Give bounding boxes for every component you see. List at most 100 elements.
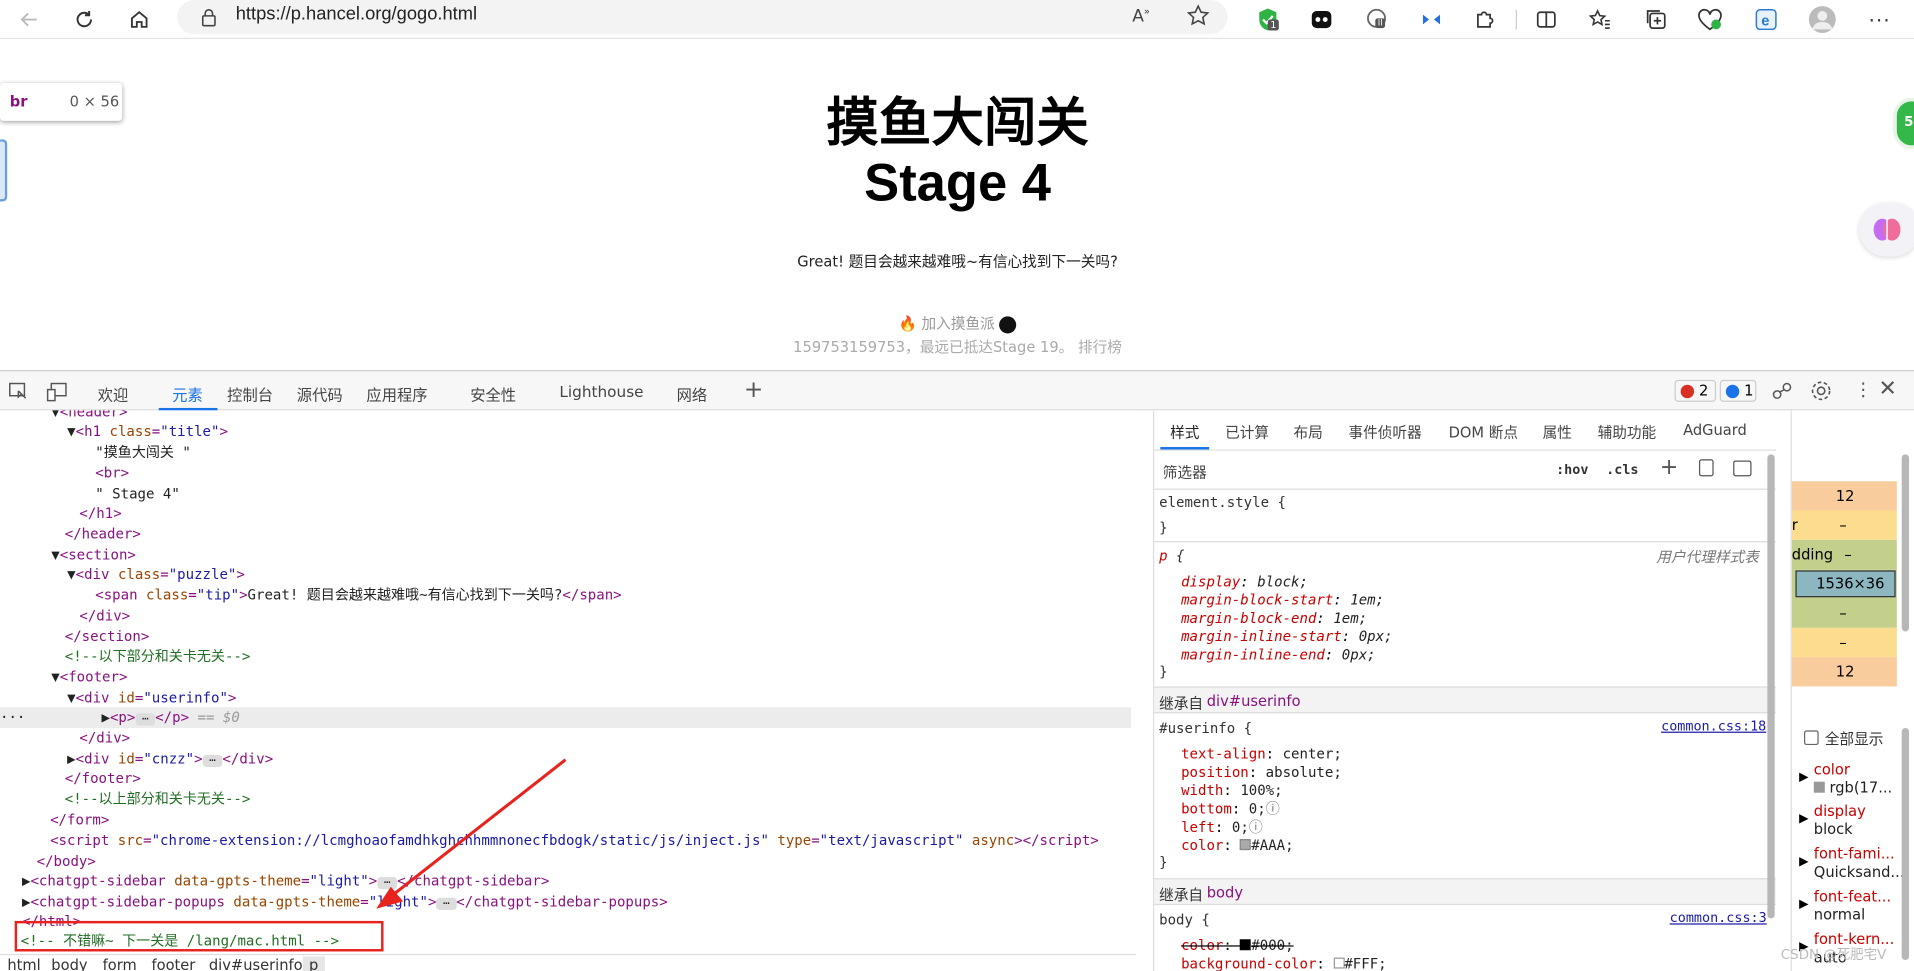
- extensions-puzzle-icon[interactable]: [1471, 5, 1500, 34]
- userinfo-rule-selector[interactable]: #userinfo {: [1159, 719, 1252, 737]
- refresh-icon[interactable]: [70, 5, 99, 34]
- dom-line[interactable]: </header>: [65, 524, 141, 545]
- dom-line[interactable]: </footer>: [65, 768, 141, 789]
- game-extension-icon[interactable]: [1307, 5, 1336, 34]
- add-tab-icon[interactable]: +: [744, 376, 763, 403]
- css-decl[interactable]: color: #AAA;: [1181, 837, 1294, 855]
- tab-console[interactable]: 控制台: [227, 382, 273, 405]
- css-decl[interactable]: left: 0;ⓘ: [1181, 818, 1263, 836]
- css-decl[interactable]: text-align: center;: [1181, 745, 1342, 763]
- css-decl[interactable]: position: absolute;: [1181, 763, 1342, 781]
- expand-icon[interactable]: ▶: [1799, 898, 1808, 911]
- crumb-html[interactable]: html: [7, 956, 40, 971]
- dom-line[interactable]: </div>: [79, 728, 130, 749]
- dom-line[interactable]: "摸鱼大闯关 ": [95, 442, 191, 463]
- dom-comment[interactable]: <!--以上部分和关卡无关-->: [65, 789, 251, 810]
- tab-application[interactable]: 应用程序: [366, 382, 427, 405]
- tab-event-listeners[interactable]: 事件侦听器: [1348, 421, 1421, 442]
- edge-icon[interactable]: e: [1751, 5, 1780, 34]
- crumb-footer[interactable]: footer: [151, 956, 195, 971]
- inspect-element-icon[interactable]: [9, 382, 29, 406]
- css-decl[interactable]: bottom: 0;ⓘ: [1181, 800, 1280, 818]
- computed-scrollbar[interactable]: [1901, 727, 1910, 961]
- tab-elements[interactable]: 元素: [172, 382, 203, 405]
- body-rule-selector[interactable]: body {: [1159, 911, 1210, 929]
- dom-line[interactable]: </form>: [50, 810, 109, 831]
- split-extension-icon[interactable]: [1417, 5, 1446, 34]
- collections-icon[interactable]: [1642, 5, 1671, 34]
- css-decl[interactable]: display: block;: [1181, 573, 1308, 591]
- dom-line[interactable]: </body>: [37, 851, 96, 872]
- dom-line[interactable]: ▼<h1 class="title">: [67, 421, 228, 442]
- more-menu-icon[interactable]: ···: [1865, 5, 1894, 34]
- back-icon[interactable]: [15, 5, 44, 34]
- expand-icon[interactable]: ▶: [1799, 855, 1808, 868]
- tab-computed[interactable]: 已计算: [1225, 421, 1269, 442]
- dom-line[interactable]: ▶<div id="cnzz"> ⋯ </div>: [67, 749, 273, 770]
- dom-line[interactable]: ▼<section>: [51, 545, 136, 566]
- inherited-selector[interactable]: body: [1207, 884, 1243, 901]
- expand-icon[interactable]: ▶: [1799, 771, 1808, 784]
- element-style-rule[interactable]: element.style {: [1159, 493, 1286, 511]
- css-decl[interactable]: margin-block-end: 1em;: [1181, 609, 1367, 627]
- join-link[interactable]: 🔥 加入摸鱼派: [0, 313, 1914, 334]
- settings-gear-icon[interactable]: [1810, 380, 1832, 407]
- css-decl[interactable]: margin-inline-start: 0px;: [1181, 628, 1392, 646]
- css-decl[interactable]: margin-block-start: 1em;: [1181, 591, 1384, 609]
- crumb-p[interactable]: p: [302, 956, 325, 971]
- css-decl[interactable]: background-color: #FFF;: [1181, 955, 1387, 971]
- device-emulation-icon[interactable]: [46, 382, 68, 406]
- url-text[interactable]: https://p.hancel.org/gogo.html: [236, 4, 477, 25]
- new-rule-icon[interactable]: +: [1660, 454, 1678, 480]
- dom-line[interactable]: <script src="chrome-extension://lcmghoao…: [50, 831, 1099, 852]
- dom-line[interactable]: " Stage 4": [95, 484, 180, 505]
- translate-extension-icon[interactable]: II: [1363, 5, 1392, 34]
- css-decl[interactable]: width: 100%;: [1181, 782, 1283, 800]
- paint-brush-icon[interactable]: [1698, 459, 1714, 477]
- tab-dom-breakpoints[interactable]: DOM 断点: [1449, 421, 1518, 442]
- favorites-icon[interactable]: [1585, 5, 1614, 34]
- crumb-form[interactable]: form: [103, 956, 137, 971]
- toggle-sidebar-icon[interactable]: [1733, 460, 1752, 477]
- favorite-star-icon[interactable]: [1186, 4, 1210, 33]
- connection-icon[interactable]: [1771, 380, 1793, 407]
- css-decl[interactable]: margin-inline-end: 0px;: [1181, 646, 1376, 664]
- body-source-link[interactable]: common.css:3: [1670, 910, 1767, 926]
- error-counter[interactable]: 2: [1674, 379, 1717, 402]
- tab-adguard[interactable]: AdGuard: [1683, 421, 1747, 438]
- tab-styles[interactable]: 样式: [1170, 421, 1199, 442]
- cls-toggle[interactable]: .cls: [1606, 462, 1638, 478]
- dom-line[interactable]: ▼<footer>: [51, 667, 127, 688]
- lock-icon[interactable]: [200, 7, 217, 31]
- show-all-checkbox[interactable]: [1804, 730, 1819, 746]
- box-scrollbar[interactable]: [1901, 454, 1910, 632]
- dom-line[interactable]: </section>: [65, 627, 150, 648]
- split-screen-icon[interactable]: [1532, 5, 1561, 34]
- userinfo-source-link[interactable]: common.css:18: [1661, 718, 1766, 734]
- browser-essentials-icon[interactable]: [1695, 5, 1724, 34]
- read-aloud-icon[interactable]: A»: [1132, 6, 1150, 26]
- tab-accessibility[interactable]: 辅助功能: [1598, 421, 1657, 442]
- tab-security[interactable]: 安全性: [470, 382, 516, 405]
- p-rule-selector[interactable]: p {: [1159, 547, 1184, 565]
- tab-layout[interactable]: 布局: [1293, 421, 1322, 442]
- styles-scrollbar[interactable]: [1767, 454, 1775, 919]
- devtools-more-icon[interactable]: ⋮: [1854, 379, 1872, 401]
- expand-icon[interactable]: ▶: [1799, 812, 1808, 825]
- dom-line[interactable]: <br>: [95, 463, 129, 484]
- dom-line[interactable]: <span class="tip">Great! 题目会越来越难哦~有信心找到下…: [95, 585, 621, 606]
- dom-line[interactable]: ▼<div class="puzzle">: [67, 564, 245, 585]
- home-icon[interactable]: [125, 5, 154, 34]
- ai-sidebar-button[interactable]: [1858, 202, 1914, 257]
- tab-sources[interactable]: 源代码: [297, 382, 343, 405]
- shield-extension-icon[interactable]: 1: [1253, 5, 1282, 34]
- inherited-selector[interactable]: div#userinfo: [1207, 693, 1301, 710]
- dom-line[interactable]: </h1>: [79, 503, 121, 524]
- filter-input[interactable]: 筛选器: [1157, 455, 1539, 485]
- dom-line[interactable]: </div>: [79, 606, 130, 627]
- dom-comment[interactable]: <!--以下部分和关卡无关-->: [65, 646, 251, 667]
- join-label[interactable]: 加入摸鱼派: [922, 315, 995, 332]
- dom-line-selected[interactable]: ··· ▶<p> ⋯ </p> == $0: [0, 707, 240, 728]
- tab-lighthouse[interactable]: Lighthouse: [559, 382, 643, 400]
- crumb-body[interactable]: body: [51, 956, 87, 971]
